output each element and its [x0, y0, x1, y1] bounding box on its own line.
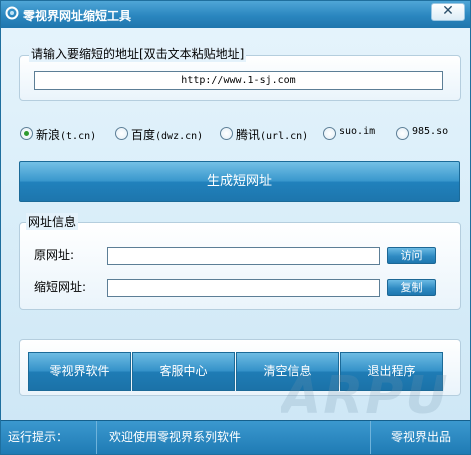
close-icon: ✕ [442, 3, 454, 19]
service-name: 新浪 [36, 128, 61, 142]
software-button[interactable]: 零视界软件 [28, 352, 131, 391]
radio-indicator [115, 127, 128, 140]
url-group-label: 请输入要缩短的地址[双击文本粘贴地址] [29, 45, 247, 62]
app-window: 零视界网址缩短工具 ✕ 请输入要缩短的地址[双击文本粘贴地址] http://w… [0, 0, 471, 455]
service-domain: (t.cn) [60, 131, 97, 142]
customer-service-button[interactable]: 客服中心 [132, 352, 235, 391]
radio-indicator [323, 127, 336, 140]
title-bar[interactable]: 零视界网址缩短工具 ✕ [1, 1, 470, 28]
copy-button[interactable]: 复制 [387, 279, 436, 296]
service-domain: (dwz.cn) [155, 131, 204, 142]
short-url-field[interactable] [107, 279, 380, 297]
service-name: 腾讯 [236, 128, 261, 142]
info-group-label: 网址信息 [26, 213, 79, 230]
service-name: 百度 [131, 128, 156, 142]
status-brand: 零视界出品 [391, 430, 452, 444]
radio-indicator [396, 127, 409, 140]
original-url-field[interactable] [107, 247, 380, 265]
app-logo-icon [5, 6, 19, 20]
original-url-label: 原网址: [34, 248, 75, 262]
service-domain: suo.im [339, 126, 376, 137]
service-selector: 新浪(t.cn) 百度(dwz.cn) 腾讯(url.cn) suo.im 98… [20, 125, 460, 143]
status-prefix: 运行提示： [1, 421, 97, 454]
visit-button[interactable]: 访问 [387, 247, 436, 264]
svg-text:ARPU: ARPU [281, 366, 450, 423]
generate-short-url-button[interactable]: 生成短网址 [19, 161, 460, 202]
watermark-logo: ARPU [281, 366, 450, 423]
radio-indicator [20, 127, 33, 140]
radio-indicator [220, 127, 233, 140]
close-button[interactable]: ✕ [431, 3, 465, 21]
service-domain: 985.so [412, 126, 449, 137]
service-domain: (url.cn) [260, 131, 309, 142]
long-url-input[interactable]: http://www.1-sj.com [34, 71, 443, 90]
status-message: 欢迎使用零视界系列软件 [97, 421, 371, 454]
short-url-label: 缩短网址: [34, 280, 87, 294]
status-bar: 运行提示： 欢迎使用零视界系列软件 零视界出品 [1, 420, 470, 454]
window-title: 零视界网址缩短工具 [23, 9, 132, 23]
